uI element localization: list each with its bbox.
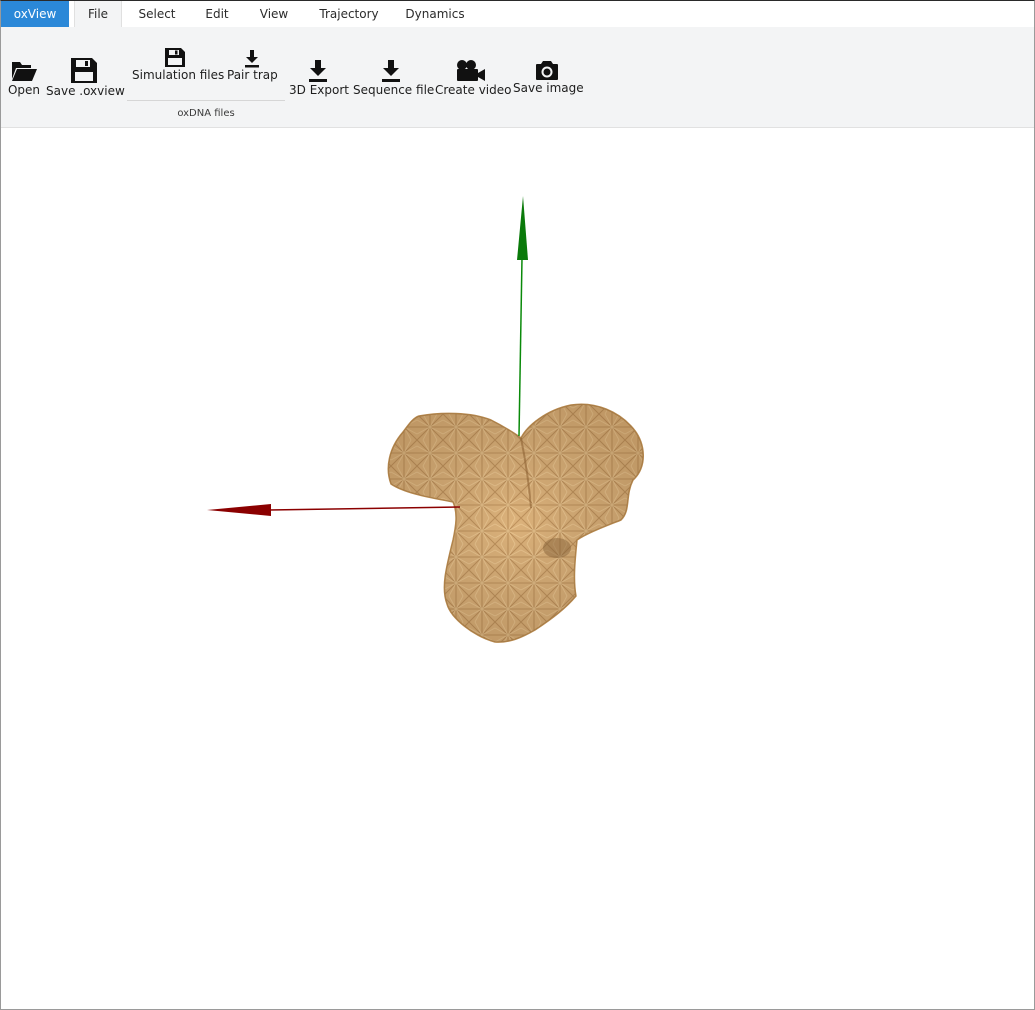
- y-axis-arrow: [517, 196, 528, 437]
- save-oxview-button[interactable]: Save .oxview: [46, 57, 125, 98]
- download-icon: [382, 60, 400, 82]
- tab-oxview[interactable]: oxView: [1, 1, 69, 27]
- download-icon: [309, 60, 327, 82]
- save-image-button[interactable]: Save image: [513, 59, 584, 95]
- save-image-label: Save image: [513, 81, 584, 95]
- create-video-label: Create video: [435, 83, 512, 97]
- camera-icon: [536, 61, 558, 80]
- ribbon-tab-bar: oxView File Select Edit View Trajectory …: [1, 1, 1034, 28]
- floppy-disk-icon: [71, 58, 97, 83]
- tab-edit[interactable]: Edit: [195, 1, 239, 27]
- sequence-file-label: Sequence file: [353, 83, 435, 97]
- oxview-window: oxView File Select Edit View Trajectory …: [0, 0, 1035, 1010]
- sequence-file-button[interactable]: Sequence file: [353, 59, 435, 97]
- create-video-button[interactable]: Create video: [435, 59, 512, 97]
- folder-open-icon: [12, 62, 37, 81]
- tab-view[interactable]: View: [251, 1, 297, 27]
- group-divider: [127, 100, 285, 101]
- open-label: Open: [7, 83, 41, 97]
- tab-file[interactable]: File: [74, 1, 122, 28]
- x-axis-arrow: [207, 504, 461, 516]
- download-icon: [245, 50, 259, 68]
- simulation-files-label: Simulation files: [132, 68, 225, 82]
- dna-origami-structure[interactable]: [387, 403, 644, 643]
- tab-dynamics[interactable]: Dynamics: [399, 1, 471, 27]
- simulation-files-button[interactable]: Simulation files: [132, 47, 225, 82]
- file-ribbon: Open Save .oxview Simulation files Pair …: [1, 27, 1034, 128]
- scene-svg: [207, 196, 644, 643]
- tab-trajectory[interactable]: Trajectory: [311, 1, 387, 27]
- save-oxview-label: Save .oxview: [46, 84, 125, 98]
- video-camera-icon: [457, 60, 485, 81]
- open-button[interactable]: Open: [5, 57, 43, 97]
- tab-select[interactable]: Select: [129, 1, 185, 27]
- floppy-disk-icon: [165, 48, 185, 67]
- pair-trap-label: Pair trap: [227, 68, 278, 82]
- pair-trap-button[interactable]: Pair trap: [227, 49, 278, 82]
- 3d-export-button[interactable]: 3D Export: [289, 59, 349, 97]
- 3d-scene-canvas[interactable]: [1, 128, 1034, 1009]
- 3d-export-label: 3D Export: [289, 83, 349, 97]
- oxdna-files-group-label: oxDNA files: [177, 108, 235, 119]
